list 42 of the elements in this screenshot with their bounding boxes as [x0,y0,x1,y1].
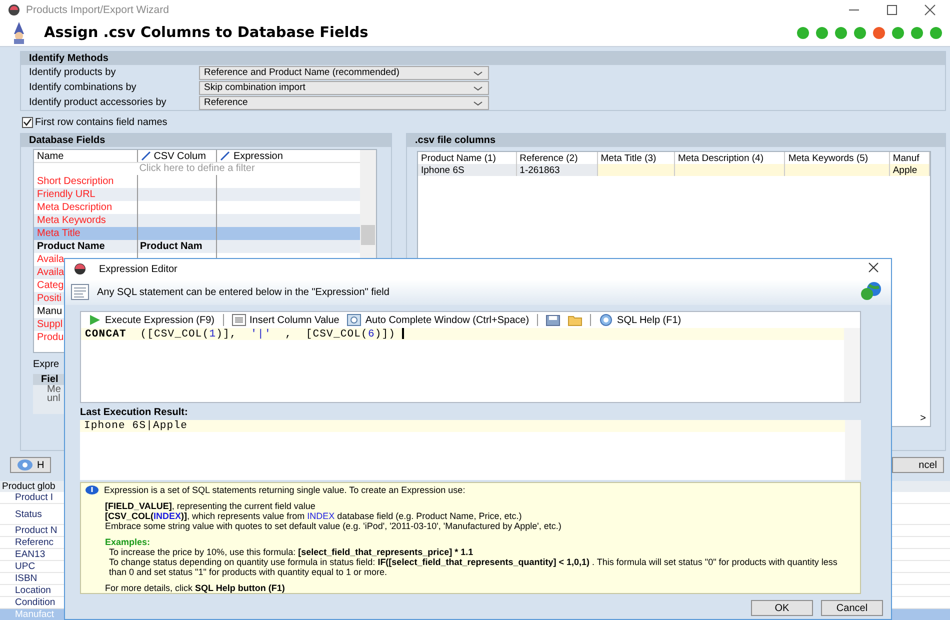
field-name: Suppl [37,319,63,330]
help-text: For more details, click SQL Help button (F1) [105,583,286,593]
panel-title: Fiel [41,374,58,385]
result-text: Iphone 6S|Apple [84,420,188,432]
panel-title: Identify Methods [21,52,945,65]
page-title: Assign .csv Columns to Database Fields [44,25,368,41]
group-header: Product glob [2,481,56,492]
table-cell: Iphone 6S [418,164,517,176]
info-text: unl [47,393,60,404]
field-label: Identify combinations by [29,82,138,93]
help-text: [FIELD_VALUE], representing the current field value [105,501,316,511]
field-label: Identify product accessories by [29,97,168,108]
panel-title: .csv file columns [407,134,945,147]
field-name: Short Description [37,176,114,187]
table-cell: Apple [890,164,930,176]
field-name: Availa [37,267,64,278]
field-name: Manu [37,306,62,317]
expression-code: CONCAT ([CSV_COL(1)], '|' , [CSV_COL(6)]) [85,328,396,340]
help-text: Embrace some string value with quotes to set default value (e.g. 'iPod', '2011-03-10', 'Manufactured by Apple', etc.) [105,521,562,531]
examples-heading: Examples: [105,537,150,547]
window-title: Products Import/Export Wizard [26,4,169,16]
field-label: Identify products by [29,67,117,78]
field-name: Meta Keywords [37,215,106,226]
checkbox-label: First row contains field names [35,116,168,128]
field-name: Positi [37,293,62,304]
panel-title: Database Fields [21,134,391,147]
help-text: To increase the price by 10%, use this formula: [select_field_that_represents_price] * 1.1 [108,547,474,557]
info-text: Me [47,384,61,395]
help-text: To change status depending on quantity use formula in status field: IF([select_field_that_represents_quantity] < 1,0,1) . This formula will set status "0" for products with quantity less than 0 and set status "1" for products with quantity equal to 1 or more. [108,557,838,577]
field-name: Availa [37,254,64,265]
section-label: Last Execution Result: [80,407,188,418]
field-name: Meta Description [37,202,112,213]
info-text: Any SQL statement can be entered below in the "Expression" field [97,286,390,298]
section-label: Expre [33,359,60,370]
help-text: Expression is a set of SQL statements returning single value. To create an Expression use: [104,485,466,495]
field-name: Friendly URL [37,189,96,200]
field-name: Meta Title [37,228,80,239]
table-cell: Product Nam [140,241,202,252]
help-text: [CSV_COL(INDEX)], which represents value from INDEX database field (e.g. Product Name, Price, etc.) [105,511,523,521]
table-cell: 1-261863 [516,164,598,176]
field-name: Product Name [37,241,105,252]
dialog-title: Expression Editor [99,264,178,274]
